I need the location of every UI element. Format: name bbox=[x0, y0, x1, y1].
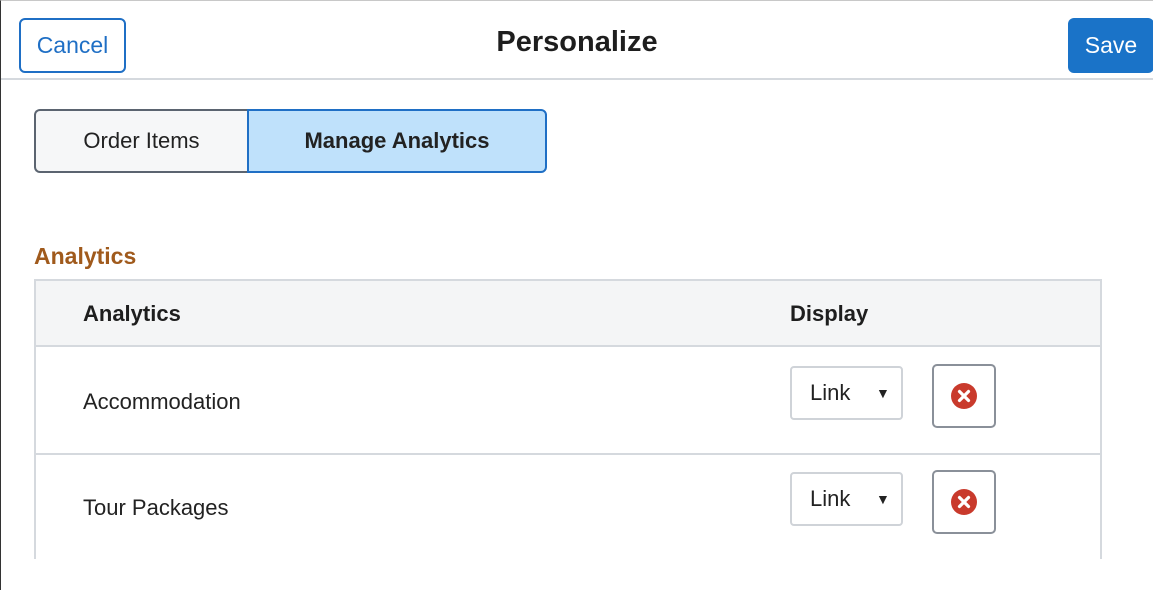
tab-order-items[interactable]: Order Items bbox=[34, 109, 247, 173]
save-button[interactable]: Save bbox=[1068, 18, 1153, 73]
row-analytic-name: Accommodation bbox=[83, 389, 241, 414]
display-select[interactable]: Link ▼ bbox=[790, 472, 903, 526]
table-row: Tour Packages Link ▼ bbox=[36, 455, 1100, 561]
tab-group: Order Items Manage Analytics bbox=[34, 109, 547, 173]
cancel-button[interactable]: Cancel bbox=[19, 18, 126, 73]
close-circle-icon bbox=[951, 489, 977, 515]
close-circle-icon bbox=[951, 383, 977, 409]
column-header-display: Display bbox=[790, 301, 869, 326]
table-row: Accommodation Link ▼ bbox=[36, 349, 1100, 455]
section-title: Analytics bbox=[34, 243, 137, 269]
delete-row-button[interactable] bbox=[932, 364, 996, 428]
caret-down-icon: ▼ bbox=[876, 385, 890, 401]
row-analytic-name: Tour Packages bbox=[83, 495, 229, 520]
delete-row-button[interactable] bbox=[932, 470, 996, 534]
page-title: Personalize bbox=[496, 26, 658, 58]
tab-manage-analytics[interactable]: Manage Analytics bbox=[247, 109, 547, 173]
personalize-page: Personalize Cancel Save Order Items Mana… bbox=[0, 0, 1153, 590]
header-bar: Personalize Cancel Save bbox=[1, 1, 1153, 80]
display-select[interactable]: Link ▼ bbox=[790, 366, 903, 420]
caret-down-icon: ▼ bbox=[876, 491, 890, 507]
display-select-value: Link bbox=[810, 380, 851, 405]
grid-header: Analytics Display bbox=[36, 281, 1100, 347]
column-header-analytics: Analytics bbox=[83, 301, 181, 326]
analytics-grid: Analytics Display Accommodation Link ▼ T… bbox=[34, 279, 1102, 561]
display-select-value: Link bbox=[810, 486, 851, 511]
